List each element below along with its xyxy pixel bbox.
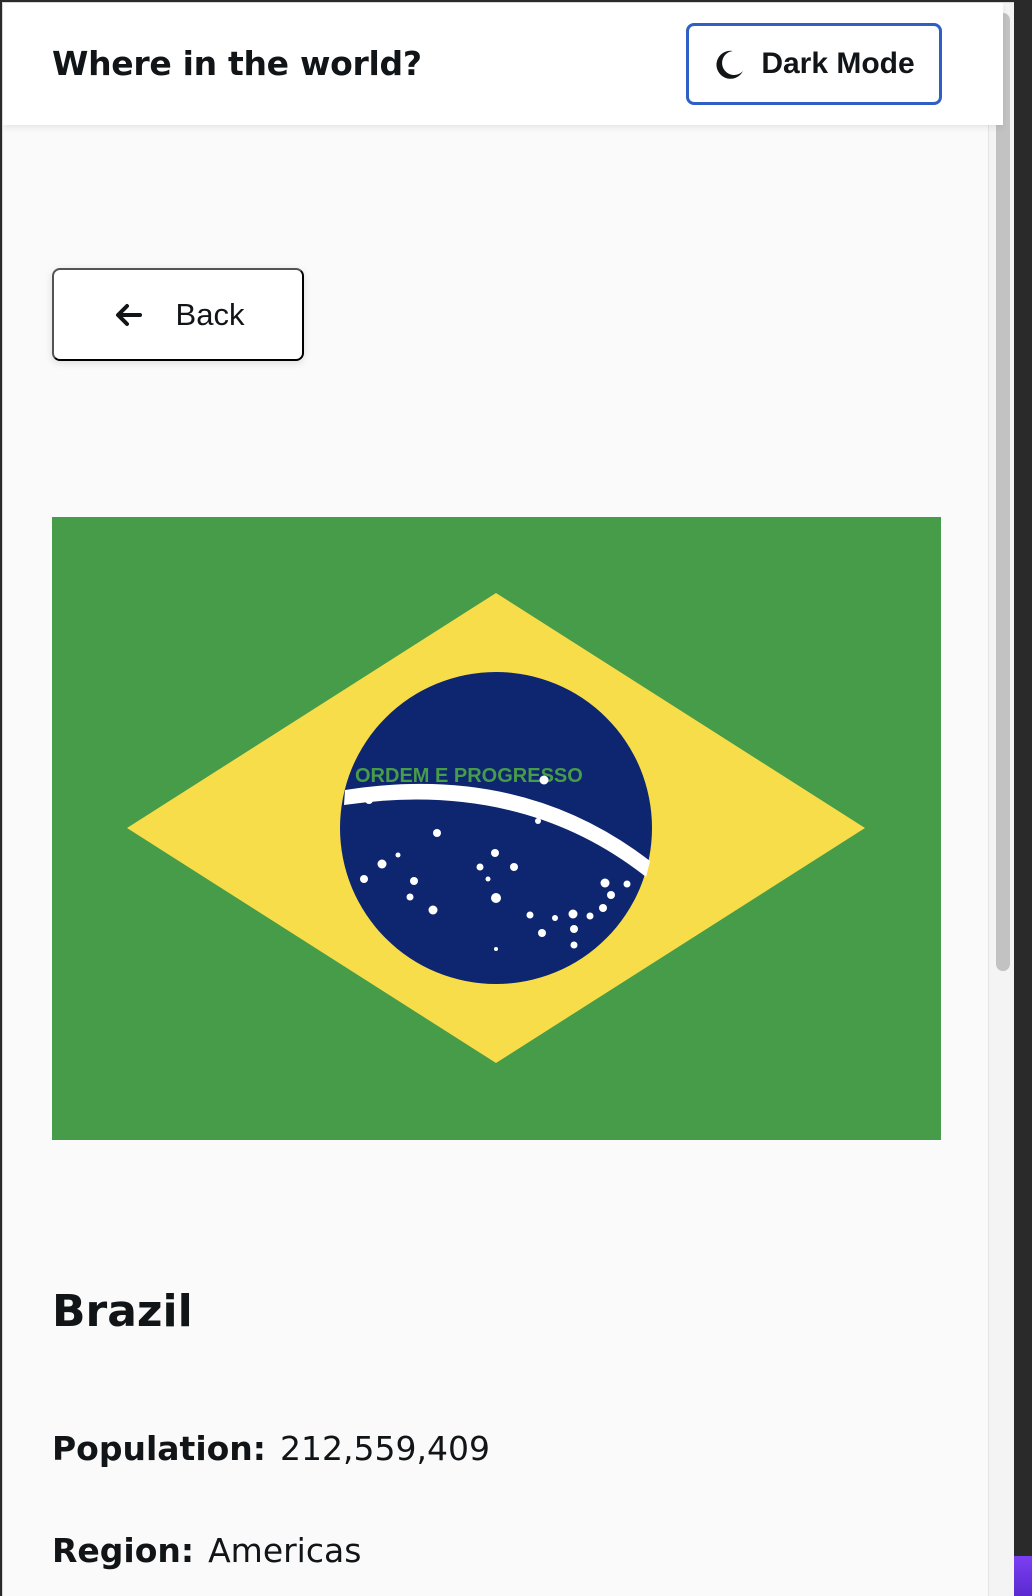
svg-text:ORDEM E PROGRESSO: ORDEM E PROGRESSO xyxy=(355,765,583,787)
region-value: Americas xyxy=(208,1531,362,1570)
population-key: Population: xyxy=(52,1429,267,1468)
back-label: Back xyxy=(175,296,245,332)
country-name: Brazil xyxy=(52,1286,193,1337)
browser-window: Where in the world? Dark Mode Back ORDEM… xyxy=(2,2,1014,1596)
window-edge-accent xyxy=(1014,1556,1032,1596)
population-row: Population: 212,559,409 xyxy=(52,1429,490,1468)
population-value: 212,559,409 xyxy=(280,1429,490,1468)
region-key: Region: xyxy=(52,1531,195,1570)
vertical-scrollbar[interactable] xyxy=(988,3,1014,1596)
country-flag-image: ORDEM E PROGRESSO xyxy=(52,517,941,1140)
back-button[interactable]: Back xyxy=(52,268,304,361)
moon-icon xyxy=(713,47,747,81)
dark-mode-button[interactable]: Dark Mode xyxy=(686,23,942,105)
flag-motto: ORDEM E PROGRESSO xyxy=(355,765,583,787)
app-header: Where in the world? Dark Mode xyxy=(3,3,1003,125)
scrollbar-thumb[interactable] xyxy=(996,13,1010,971)
dark-mode-label: Dark Mode xyxy=(761,47,915,80)
arrow-left-icon xyxy=(112,298,146,332)
app-title: Where in the world? xyxy=(52,44,422,83)
region-row: Region: Americas xyxy=(52,1531,361,1570)
